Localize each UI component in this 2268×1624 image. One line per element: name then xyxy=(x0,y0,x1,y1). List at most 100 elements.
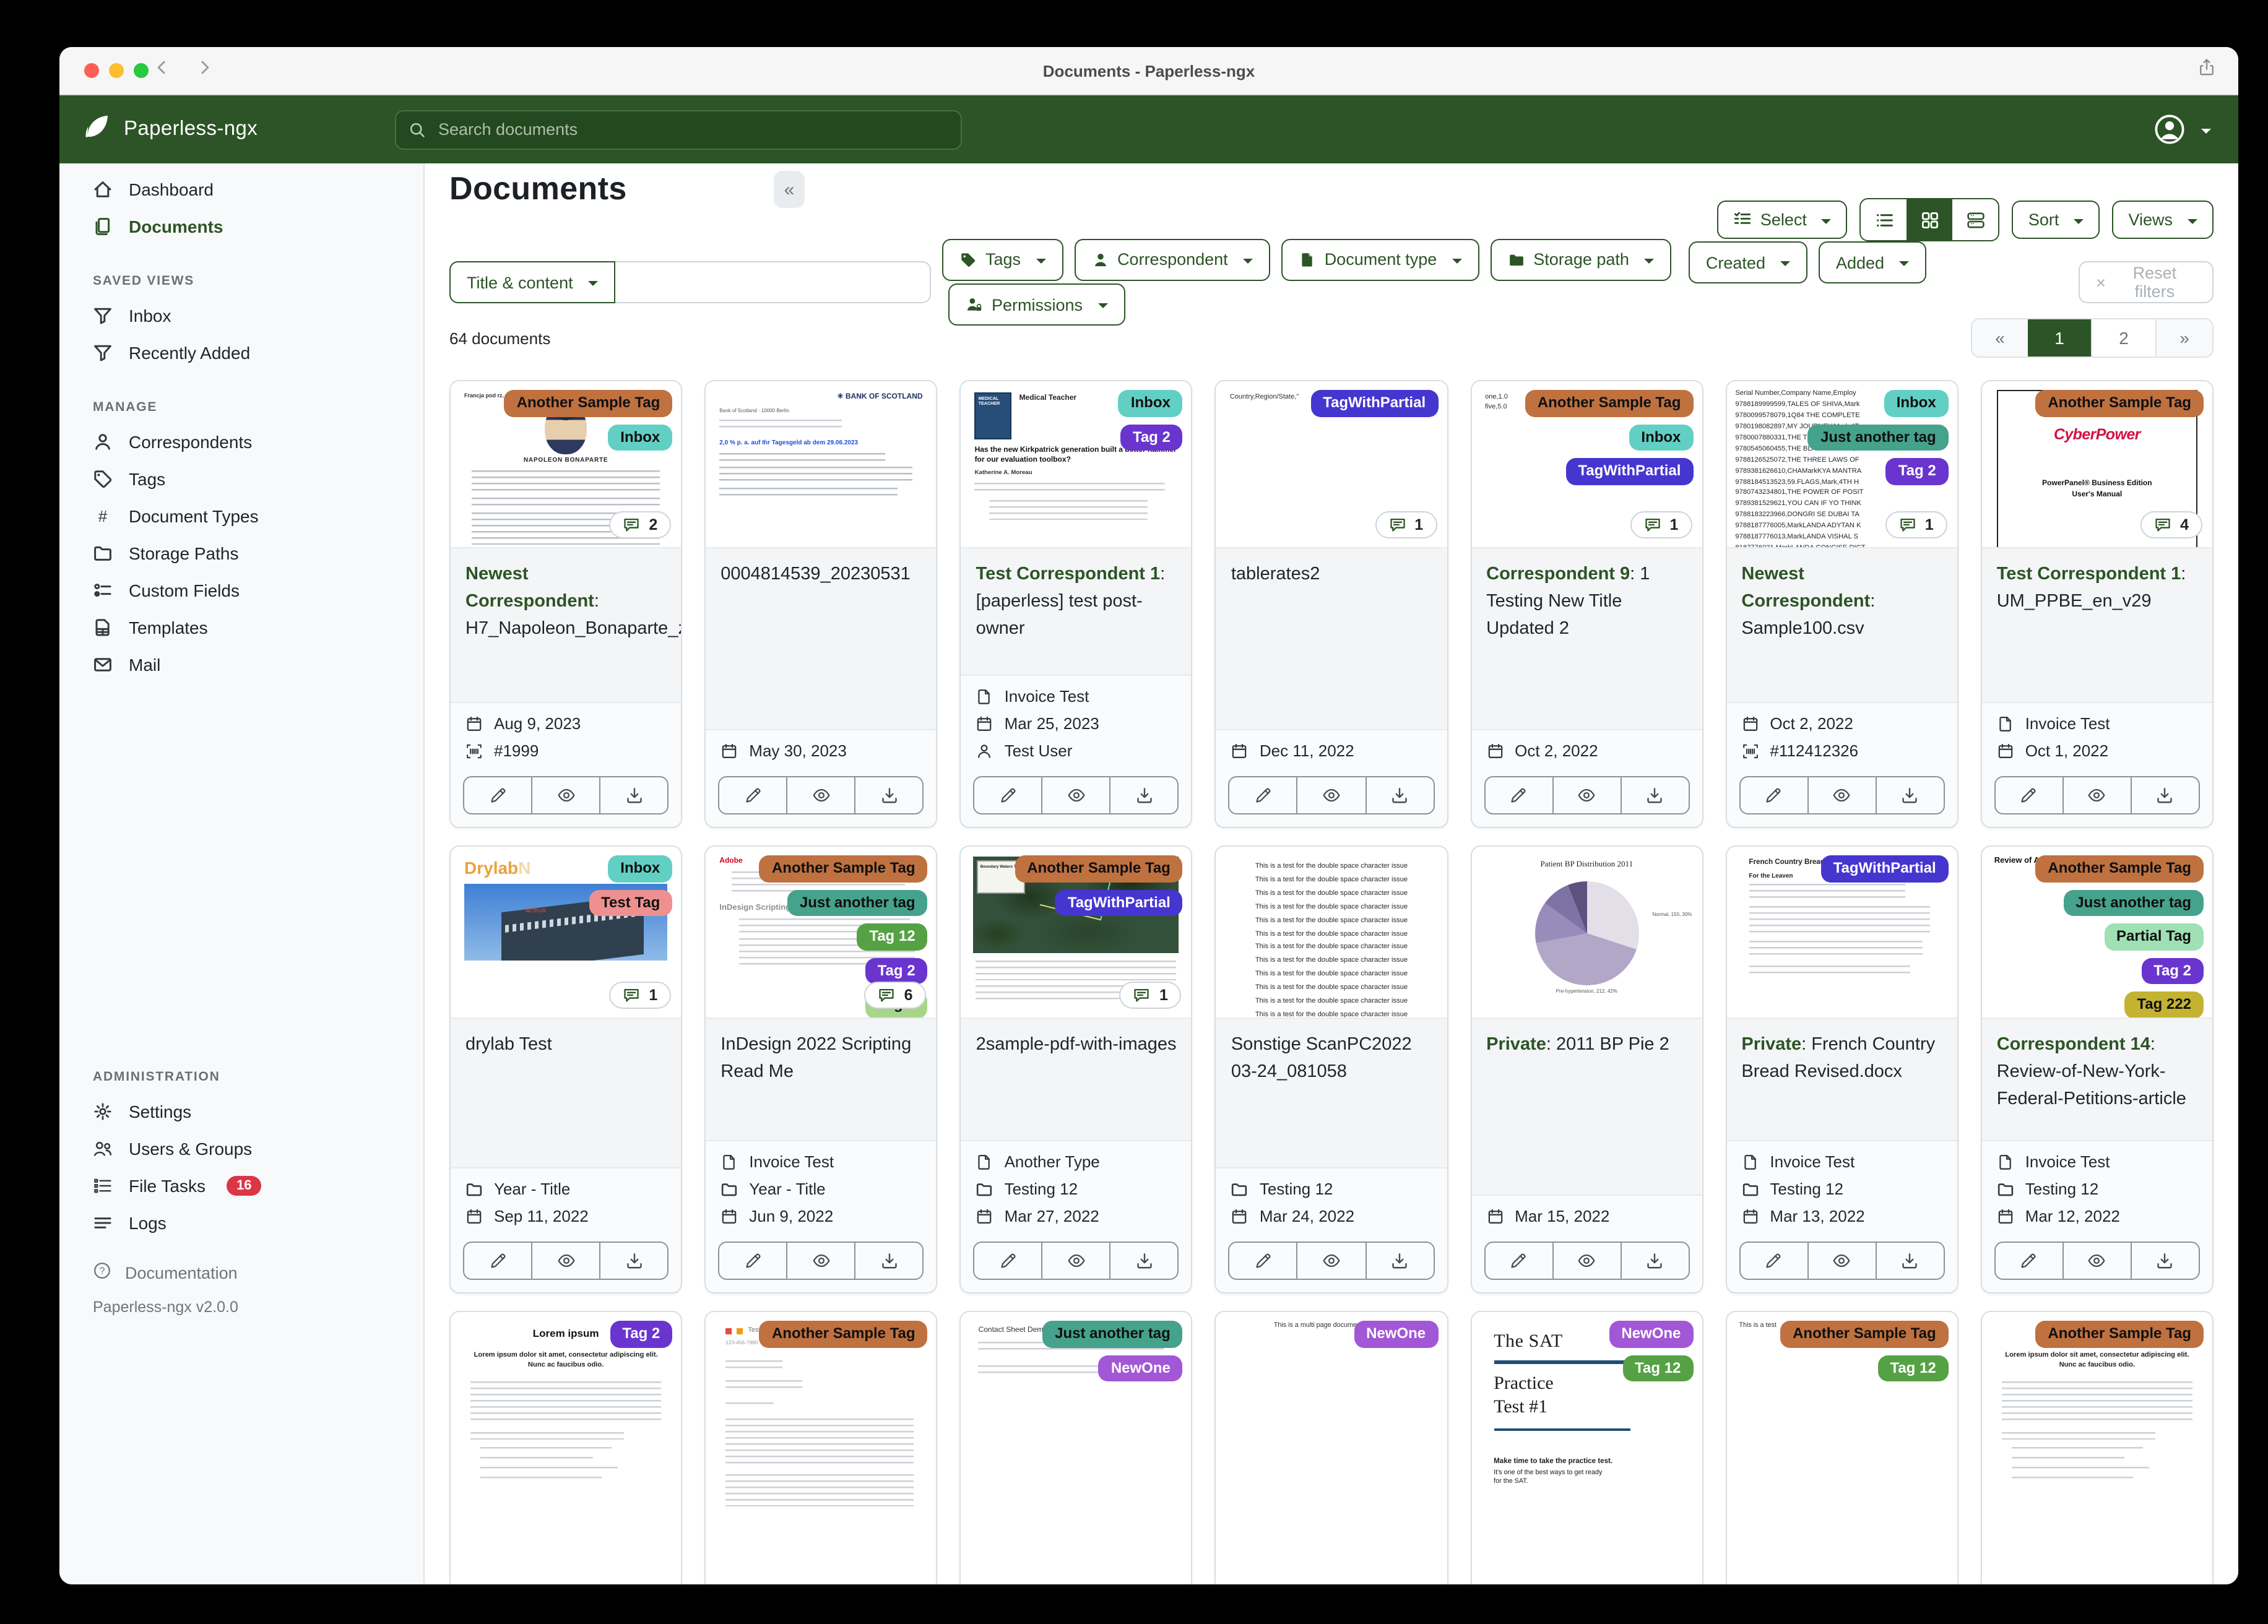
sidebar-item-templates[interactable]: Templates xyxy=(59,609,423,646)
document-title[interactable]: Private: 2011 BP Pie 2 xyxy=(1471,1017,1702,1194)
sidebar-item-documents[interactable]: Documents xyxy=(59,208,423,245)
download-button[interactable] xyxy=(854,1243,922,1279)
document-thumbnail[interactable]: This is a test Another Sample Tag Tag 12 xyxy=(1726,1312,1957,1584)
zoom-window-button[interactable] xyxy=(134,63,149,78)
document-title[interactable]: Private: French Country Bread Revised.do… xyxy=(1726,1017,1957,1140)
document-thumbnail[interactable]: Lorem ipsum Lorem ipsum dolor sit amet, … xyxy=(451,1312,682,1584)
edit-button[interactable] xyxy=(719,1243,786,1279)
tag-pill[interactable]: Tag 2 xyxy=(1120,424,1183,451)
download-button[interactable] xyxy=(1620,1243,1688,1279)
added-filter-button[interactable]: Added xyxy=(1818,241,1927,284)
download-button[interactable] xyxy=(599,777,667,813)
tag-pill[interactable]: Tag 222 xyxy=(2124,991,2204,1017)
tag-pill[interactable]: Tag 2 xyxy=(610,1321,673,1348)
preview-button[interactable] xyxy=(1041,1243,1110,1279)
preview-button[interactable] xyxy=(1296,1243,1365,1279)
document-title[interactable]: 0004814539_20230531 xyxy=(706,547,937,729)
sidebar-item-correspondents[interactable]: Correspondents xyxy=(59,423,423,460)
download-button[interactable] xyxy=(2130,777,2199,813)
sort-dropdown-button[interactable]: Sort xyxy=(2012,201,2100,239)
comments-badge[interactable]: 1 xyxy=(609,982,672,1009)
document-thumbnail[interactable]: Contact Sheet Demo Just another tag NewOn… xyxy=(961,1312,1192,1584)
tag-pill[interactable]: TagWithPartial xyxy=(1055,889,1183,917)
permissions-filter-button[interactable]: Permissions xyxy=(948,283,1125,326)
tag-pill[interactable]: Tag 12 xyxy=(857,923,928,951)
document-thumbnail[interactable]: This is a multi page document. Page 1. Ne… xyxy=(1216,1312,1447,1584)
tag-pill[interactable]: Another Sample Tag xyxy=(1525,390,1694,417)
tag-pill[interactable]: Another Sample Tag xyxy=(1015,855,1183,883)
document-thumbnail[interactable]: Lorem ipsum Lorem ipsum dolor sit amet, … xyxy=(1981,1312,2212,1584)
download-button[interactable] xyxy=(1365,777,1433,813)
document-thumbnail[interactable]: ✳ BANK OF SCOTLAND Bank of Scotland · 10… xyxy=(706,381,937,547)
sidebar-item-storage-paths[interactable]: Storage Paths xyxy=(59,535,423,572)
sidebar-item-settings[interactable]: Settings xyxy=(59,1093,423,1130)
tag-pill[interactable]: Another Sample Tag xyxy=(1780,1321,1949,1348)
forward-icon[interactable] xyxy=(197,59,213,82)
view-detail-button[interactable] xyxy=(1952,199,1999,240)
document-title[interactable]: tablerates2 xyxy=(1216,547,1447,729)
tag-pill[interactable]: Inbox xyxy=(1884,390,1949,417)
correspondent-link[interactable]: Correspondent 9 xyxy=(1486,564,1630,584)
document-thumbnail[interactable]: DrylabN NETFLIX Inbox Test Tag 1 xyxy=(451,847,682,1017)
download-button[interactable] xyxy=(2130,1243,2199,1279)
edit-button[interactable] xyxy=(1485,1243,1552,1279)
tag-pill[interactable]: Test Tag xyxy=(589,889,673,917)
download-button[interactable] xyxy=(1109,777,1178,813)
document-title[interactable]: Newest Correspondent: H7_Napoleon_Bonapa… xyxy=(451,547,682,702)
tag-pill[interactable]: Inbox xyxy=(1118,390,1183,417)
document-title[interactable]: Correspondent 9: 1 Testing New Title Upd… xyxy=(1471,547,1702,729)
sidebar-item-logs[interactable]: Logs xyxy=(59,1204,423,1242)
tag-pill[interactable]: NewOne xyxy=(1609,1321,1694,1348)
preview-button[interactable] xyxy=(531,1243,599,1279)
tag-pill[interactable]: Tag 2 xyxy=(865,957,928,985)
sidebar-item-inbox[interactable]: Inbox xyxy=(59,297,423,334)
search-input[interactable] xyxy=(436,119,948,140)
tag-pill[interactable]: Another Sample Tag xyxy=(2035,855,2204,883)
tag-pill[interactable]: Tag 12 xyxy=(1877,1355,1949,1382)
document-title[interactable]: Correspondent 14: Review-of-New-York-Fed… xyxy=(1981,1017,2212,1140)
reset-filters-button[interactable]: × Reset filters xyxy=(2079,261,2214,303)
preview-button[interactable] xyxy=(1552,1243,1620,1279)
tag-pill[interactable]: Another Sample Tag xyxy=(759,1321,928,1348)
tag-pill[interactable]: TagWithPartial xyxy=(1310,390,1439,417)
preview-button[interactable] xyxy=(1552,777,1620,813)
document-thumbnail[interactable]: Francja pod rz. NAPOLEON BONAPARTE Anoth… xyxy=(451,381,682,547)
document-thumbnail[interactable]: French Country Bread For the Leaven TagW… xyxy=(1726,847,1957,1017)
sidebar-item-tags[interactable]: Tags xyxy=(59,460,423,498)
tag-pill[interactable]: Inbox xyxy=(608,855,673,883)
edit-button[interactable] xyxy=(1230,1243,1297,1279)
tag-pill[interactable]: Just another tag xyxy=(1807,424,1949,451)
tag-pill[interactable]: Just another tag xyxy=(1042,1321,1183,1348)
download-button[interactable] xyxy=(854,777,922,813)
edit-button[interactable] xyxy=(464,1243,531,1279)
tag-pill[interactable]: Just another tag xyxy=(2063,889,2204,917)
sidebar-item-dashboard[interactable]: Dashboard xyxy=(59,171,423,208)
document-thumbnail[interactable]: one,1.0 five,5.0 Another Sample Tag Inbox T… xyxy=(1471,381,1702,547)
document-title[interactable]: 2sample-pdf-with-images xyxy=(961,1017,1192,1140)
edit-button[interactable] xyxy=(1485,777,1552,813)
preview-button[interactable] xyxy=(1807,777,1876,813)
sidebar-item-file-tasks[interactable]: File Tasks 16 xyxy=(59,1167,423,1204)
filter-search-input[interactable] xyxy=(615,261,931,303)
select-dropdown-button[interactable]: Select xyxy=(1716,201,1848,239)
download-button[interactable] xyxy=(599,1243,667,1279)
sidebar-item-recently-added[interactable]: Recently Added xyxy=(59,334,423,371)
preview-button[interactable] xyxy=(1041,777,1110,813)
sidebar-item-document-types[interactable]: # Document Types xyxy=(59,498,423,535)
edit-button[interactable] xyxy=(1740,777,1807,813)
tag-pill[interactable]: Tag 2 xyxy=(1885,458,1949,485)
download-button[interactable] xyxy=(1365,1243,1433,1279)
document-thumbnail[interactable]: Patient BP Distribution 2011 Pre-hyperte… xyxy=(1471,847,1702,1017)
tag-pill[interactable]: Tag 2 xyxy=(2141,957,2204,985)
document-title[interactable]: Sonstige ScanPC2022 03-24_081058 xyxy=(1216,1017,1447,1167)
tag-pill[interactable]: Another Sample Tag xyxy=(759,855,928,883)
sidebar-item-documentation[interactable]: ? Documentation xyxy=(93,1261,423,1284)
document-title[interactable]: Test Correspondent 1: [paperless] test p… xyxy=(961,547,1192,675)
document-thumbnail[interactable]: Country,Region/State," TagWithPartial 1 xyxy=(1216,381,1447,547)
document-thumbnail[interactable]: MEDICAL TEACHER Medical Teacher Has the … xyxy=(961,381,1192,547)
comments-badge[interactable]: 2 xyxy=(609,511,672,538)
document-thumbnail[interactable]: Review of Arbitral Awards Another Sample… xyxy=(1981,847,2212,1017)
pagination-next-button[interactable]: » xyxy=(2155,319,2212,356)
view-grid-button[interactable] xyxy=(1907,199,1953,240)
tag-pill[interactable]: Another Sample Tag xyxy=(504,390,673,417)
